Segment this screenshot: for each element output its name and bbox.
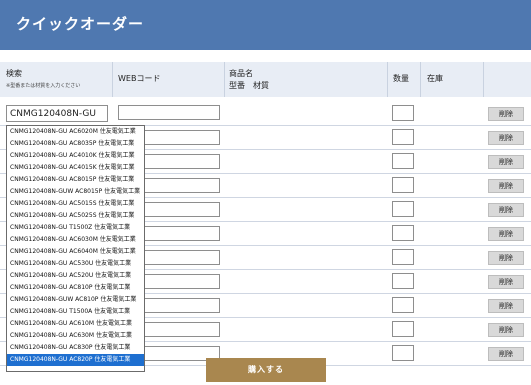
table-header: 検索 ※型番または材質を入力ください WEBコード 商品名 型番 材質 数量 在… bbox=[0, 62, 531, 97]
header-search: 検索 bbox=[6, 69, 22, 78]
quantity-input[interactable] bbox=[392, 297, 414, 313]
column-divider bbox=[387, 62, 388, 97]
header-stock: 在庫 bbox=[427, 74, 443, 83]
delete-button[interactable]: 削除 bbox=[488, 131, 524, 145]
quantity-input[interactable] bbox=[392, 249, 414, 265]
suggestion-item[interactable]: CNMG120408N-GU AC4010K 住友電気工業 bbox=[7, 150, 144, 162]
header-model-material: 型番 材質 bbox=[229, 81, 269, 90]
suggestion-item[interactable]: CNMG120408N-GU AC6020M 住友電気工業 bbox=[7, 126, 144, 138]
suggestion-item[interactable]: CNMG120408N-GUW AC810P 住友電気工業 bbox=[7, 294, 144, 306]
quantity-input[interactable] bbox=[392, 225, 414, 241]
delete-button[interactable]: 削除 bbox=[488, 251, 524, 265]
delete-button[interactable]: 削除 bbox=[488, 299, 524, 313]
quantity-input[interactable] bbox=[392, 321, 414, 337]
delete-button[interactable]: 削除 bbox=[488, 347, 524, 361]
suggestion-dropdown[interactable]: CNMG120408N-GU AC6020M 住友電気工業 CNMG120408N… bbox=[6, 125, 145, 372]
quantity-input[interactable] bbox=[392, 177, 414, 193]
suggestion-item[interactable]: CNMG120408N-GU AC6030M 住友電気工業 bbox=[7, 234, 144, 246]
suggestion-item[interactable]: CNMG120408N-GU AC810P 住友電気工業 bbox=[7, 282, 144, 294]
web-code-input[interactable] bbox=[118, 105, 220, 120]
quantity-input[interactable] bbox=[392, 153, 414, 169]
suggestion-item[interactable]: CNMG120408N-GU AC610M 住友電気工業 bbox=[7, 318, 144, 330]
quantity-input[interactable] bbox=[392, 345, 414, 361]
header-search-note: ※型番または材質を入力ください bbox=[6, 83, 81, 89]
delete-button[interactable]: 削除 bbox=[488, 203, 524, 217]
quantity-input[interactable] bbox=[392, 129, 414, 145]
suggestion-item[interactable]: CNMG120408N-GU AC6040M 住友電気工業 bbox=[7, 246, 144, 258]
column-divider bbox=[224, 62, 225, 97]
quantity-input[interactable] bbox=[392, 201, 414, 217]
delete-button[interactable]: 削除 bbox=[488, 323, 524, 337]
suggestion-item[interactable]: CNMG120408N-GU AC820P 住友電気工業 bbox=[7, 354, 144, 366]
suggestion-item[interactable]: CNMG120408N-GU AC5015S 住友電気工業 bbox=[7, 198, 144, 210]
delete-button[interactable]: 削除 bbox=[488, 179, 524, 193]
header-quantity: 数量 bbox=[393, 74, 409, 83]
suggestion-item[interactable]: CNMG120408N-GU AC530U 住友電気工業 bbox=[7, 258, 144, 270]
suggestion-item[interactable]: CNMG120408N-GU AC8015P 住友電気工業 bbox=[7, 174, 144, 186]
page-title: クイックオーダー bbox=[16, 15, 145, 33]
quantity-input[interactable] bbox=[392, 273, 414, 289]
buy-button[interactable]: 購入する bbox=[206, 358, 326, 382]
delete-button[interactable]: 削除 bbox=[488, 107, 524, 121]
suggestion-item[interactable]: CNMG120408N-GU T1500A 住友電気工業 bbox=[7, 306, 144, 318]
table-row: 削除 bbox=[0, 100, 531, 124]
quantity-input[interactable] bbox=[392, 105, 414, 121]
suggestion-item[interactable]: CNMG120408N-GU AC4015K 住友電気工業 bbox=[7, 162, 144, 174]
column-divider bbox=[112, 62, 113, 97]
suggestion-item[interactable]: CNMG120408N-GU T1500Z 住友電気工業 bbox=[7, 222, 144, 234]
suggestion-item[interactable]: CNMG120408N-GU AC5025S 住友電気工業 bbox=[7, 210, 144, 222]
header-web-code: WEBコード bbox=[118, 74, 161, 83]
delete-button[interactable]: 削除 bbox=[488, 275, 524, 289]
suggestion-item[interactable]: CNMG120408N-GU AC830P 住友電気工業 bbox=[7, 342, 144, 354]
header-product-name: 商品名 bbox=[229, 69, 253, 78]
suggestion-item[interactable]: CNMG120408N-GU AC630M 住友電気工業 bbox=[7, 330, 144, 342]
suggestion-item[interactable]: CNMG120408N-GU AC520U 住友電気工業 bbox=[7, 270, 144, 282]
delete-button[interactable]: 削除 bbox=[488, 155, 524, 169]
column-divider bbox=[420, 62, 421, 97]
suggestion-item[interactable]: CNMG120408N-GUW AC8015P 住友電気工業 bbox=[7, 186, 144, 198]
search-input[interactable] bbox=[6, 105, 108, 122]
delete-button[interactable]: 削除 bbox=[488, 227, 524, 241]
suggestion-item[interactable]: CNMG120408N-GU AC8035P 住友電気工業 bbox=[7, 138, 144, 150]
page-header: クイックオーダー bbox=[0, 0, 531, 50]
column-divider bbox=[483, 62, 484, 97]
